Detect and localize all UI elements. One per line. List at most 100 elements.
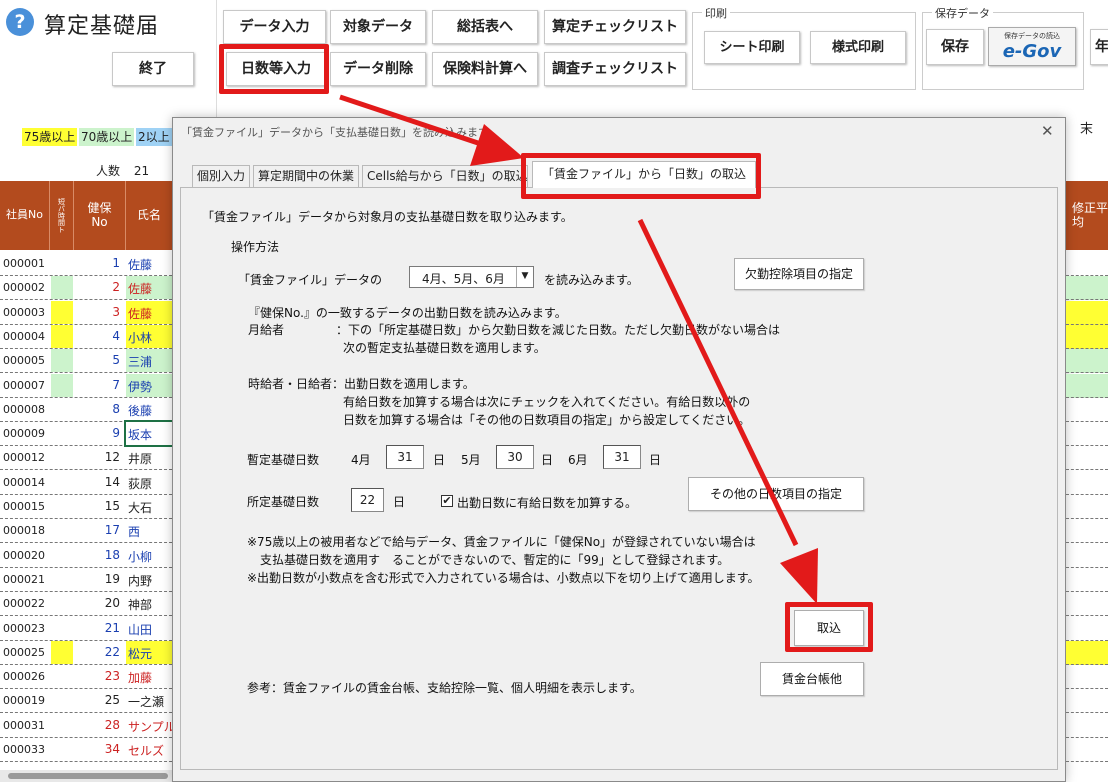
emp-no-cell[interactable]: 000033 [3, 743, 45, 756]
emp-no-cell[interactable]: 000004 [3, 330, 45, 343]
scroll-thumb[interactable] [8, 773, 168, 779]
part-time-cell[interactable] [51, 495, 73, 518]
name-cell[interactable]: 一之瀬 [126, 689, 172, 712]
part-time-cell[interactable] [51, 689, 73, 712]
part-time-cell[interactable] [51, 544, 73, 567]
table-row[interactable]: 000007 7 伊勢 [0, 373, 172, 398]
health-no-cell[interactable]: 22 [74, 645, 120, 659]
part-time-cell[interactable] [51, 398, 73, 421]
emp-no-cell[interactable]: 000018 [3, 524, 45, 537]
year-button[interactable]: 年 [1090, 29, 1108, 65]
egov-load-button[interactable]: 保存データの読込 e-Gov [988, 27, 1076, 66]
months-select[interactable]: 4月、5月、6月 ▼ [409, 266, 534, 288]
emp-no-cell[interactable]: 000031 [3, 719, 45, 732]
name-cell[interactable]: 内野 [126, 568, 172, 591]
health-no-cell[interactable]: 19 [74, 572, 120, 586]
table-row-right[interactable] [1066, 689, 1108, 714]
table-row-right[interactable] [1066, 714, 1108, 738]
table-row-right[interactable] [1066, 617, 1108, 641]
part-time-cell[interactable] [51, 349, 73, 373]
table-row[interactable]: 000025 22 松元 [0, 640, 172, 665]
name-cell[interactable]: 佐藤 [126, 252, 172, 275]
name-cell[interactable]: 加藤 [126, 665, 172, 688]
target-data-button[interactable]: 対象データ [330, 10, 426, 44]
emp-no-cell[interactable]: 000009 [3, 427, 45, 440]
table-row-right[interactable] [1066, 373, 1108, 398]
data-delete-button[interactable]: データ削除 [330, 52, 426, 86]
table-row[interactable]: 000004 4 小林 [0, 324, 172, 349]
name-cell[interactable]: 井原 [126, 446, 172, 469]
help-icon[interactable]: ? [6, 8, 34, 36]
table-row-right[interactable] [1066, 568, 1108, 592]
table-row-right[interactable] [1066, 446, 1108, 471]
health-no-cell[interactable]: 20 [74, 596, 120, 610]
part-time-cell[interactable] [51, 617, 73, 640]
to-summary-button[interactable]: 総括表へ [432, 10, 538, 44]
name-cell[interactable]: 後藤 [126, 398, 172, 421]
horizontal-scrollbar[interactable] [0, 770, 172, 782]
exit-button[interactable]: 終了 [112, 52, 194, 86]
part-time-cell[interactable] [51, 300, 73, 324]
table-row-right[interactable] [1066, 519, 1108, 544]
month-6-days-field[interactable]: 31 [603, 445, 641, 469]
name-cell[interactable]: 小柳 [126, 544, 172, 567]
name-cell[interactable]: 山田 [126, 617, 172, 640]
emp-no-cell[interactable]: 000014 [3, 476, 45, 489]
health-no-cell[interactable]: 28 [74, 718, 120, 732]
health-no-cell[interactable]: 23 [74, 669, 120, 683]
emp-no-cell[interactable]: 000012 [3, 451, 45, 464]
table-row-right[interactable] [1066, 665, 1108, 690]
health-no-cell[interactable]: 14 [74, 475, 120, 489]
health-no-cell[interactable]: 21 [74, 621, 120, 635]
part-time-cell[interactable] [51, 446, 73, 469]
part-time-cell[interactable] [51, 640, 73, 664]
table-row[interactable]: 000012 12 井原 [0, 446, 172, 471]
table-row[interactable]: 000031 28 サンプル [0, 714, 172, 738]
table-row[interactable]: 000019 25 一之瀬 [0, 689, 172, 714]
form-print-button[interactable]: 様式印刷 [810, 31, 906, 64]
table-row-right[interactable] [1066, 300, 1108, 325]
table-row[interactable]: 000022 20 神部 [0, 592, 172, 617]
emp-no-cell[interactable]: 000003 [3, 306, 45, 319]
emp-no-cell[interactable]: 000020 [3, 549, 45, 562]
emp-no-cell[interactable]: 000022 [3, 597, 45, 610]
name-cell[interactable]: 荻原 [126, 471, 172, 494]
health-no-cell[interactable]: 8 [74, 402, 120, 416]
health-no-cell[interactable]: 17 [74, 523, 120, 537]
table-row-right[interactable] [1066, 398, 1108, 422]
part-time-cell[interactable] [51, 373, 73, 397]
table-row-right[interactable] [1066, 495, 1108, 519]
table-row-right[interactable] [1066, 471, 1108, 495]
table-row-right[interactable] [1066, 349, 1108, 374]
emp-no-cell[interactable]: 000023 [3, 622, 45, 635]
table-row-right[interactable] [1066, 592, 1108, 617]
name-cell[interactable]: 神部 [126, 592, 172, 615]
emp-no-cell[interactable]: 000019 [3, 694, 45, 707]
table-row[interactable]: 000020 18 小柳 [0, 544, 172, 568]
name-cell[interactable]: サンプル [126, 714, 172, 737]
table-row[interactable]: 000015 15 大石 [0, 495, 172, 519]
table-row-right[interactable] [1066, 252, 1108, 276]
survey-checklist-button[interactable]: 調査チェックリスト [544, 52, 686, 86]
table-row[interactable]: 000021 19 内野 [0, 568, 172, 592]
table-row-right[interactable] [1066, 544, 1108, 568]
name-cell[interactable]: 佐藤 [126, 276, 172, 300]
part-time-cell[interactable] [51, 592, 73, 615]
fixed-days-field[interactable]: 22 [351, 488, 384, 512]
table-row[interactable]: 000001 1 佐藤 [0, 252, 172, 276]
close-icon[interactable]: ✕ [1041, 122, 1054, 140]
name-cell[interactable]: 伊勢 [126, 373, 172, 397]
table-row[interactable]: 000009 9 坂本 [0, 420, 174, 448]
name-cell[interactable]: 西 [126, 519, 172, 542]
tab-leave[interactable]: 算定期間中の休業 [253, 165, 360, 187]
emp-no-cell[interactable]: 000002 [3, 281, 45, 294]
chevron-down-icon[interactable]: ▼ [516, 267, 533, 287]
other-days-button[interactable]: その他の日数項目の指定 [688, 477, 864, 511]
month-5-days-field[interactable]: 30 [496, 445, 534, 469]
health-no-cell[interactable]: 9 [74, 426, 120, 440]
health-no-cell[interactable]: 2 [74, 280, 120, 294]
table-row-right[interactable] [1066, 324, 1108, 349]
ledger-button[interactable]: 賃金台帳他 [760, 662, 864, 696]
table-row[interactable]: 000018 17 西 [0, 519, 172, 544]
table-row-right[interactable] [1066, 276, 1108, 301]
